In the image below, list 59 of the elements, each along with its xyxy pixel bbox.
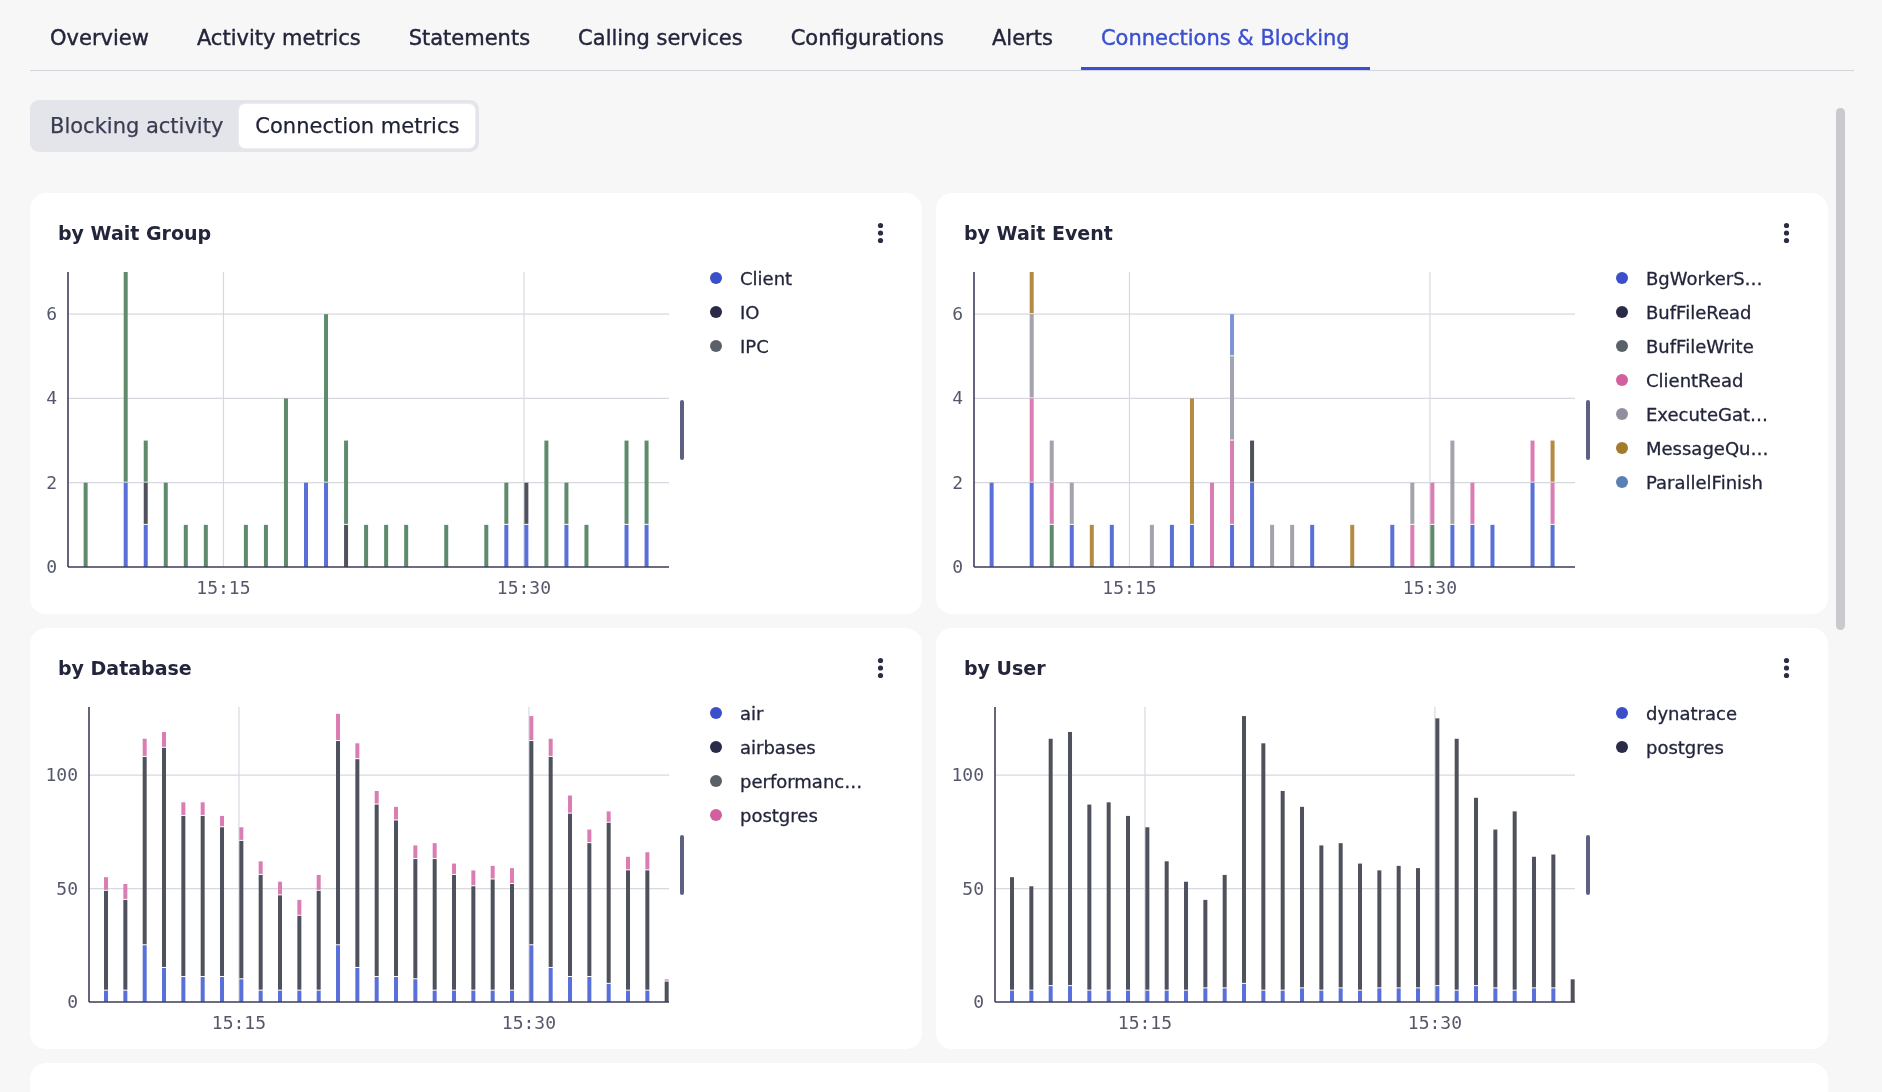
axis-label: 15:15 <box>196 577 251 598</box>
tab[interactable]: Alerts <box>972 0 1073 70</box>
axis-label: 4 <box>952 387 963 409</box>
legend-item[interactable]: postgres <box>710 798 863 832</box>
chart-title: by Wait Event <box>964 221 1113 246</box>
legend-item[interactable]: air <box>710 696 863 730</box>
more-options-icon[interactable] <box>877 222 884 244</box>
tab[interactable]: Connections & Blocking <box>1080 0 1370 70</box>
axis-label: 15:30 <box>1402 577 1458 598</box>
axis-label: 50 <box>56 877 78 899</box>
resize-handle[interactable] <box>1586 400 1590 460</box>
legend-item[interactable]: dynatrace <box>1616 696 1737 730</box>
axis-label: 0 <box>952 556 963 577</box>
legend-item[interactable]: BufFileRead <box>1616 295 1769 329</box>
tab[interactable]: Overview <box>30 0 169 70</box>
chart-title: by Wait Group <box>58 221 212 246</box>
axis-label: 2 <box>952 471 963 493</box>
resize-handle[interactable] <box>680 400 684 460</box>
legend-item[interactable]: postgres <box>1616 730 1737 764</box>
axis-label: 0 <box>973 991 984 1012</box>
axis-label: 0 <box>46 556 57 577</box>
axis-label: 50 <box>962 877 984 899</box>
axis-label: 15:30 <box>1407 1012 1463 1033</box>
tab[interactable]: Configurations <box>770 0 964 70</box>
legend-item[interactable]: ParallelFinish <box>1616 465 1769 499</box>
axis-label: 6 <box>46 303 57 325</box>
axis-label: 4 <box>46 387 57 409</box>
segment-option[interactable]: Blocking activity <box>34 104 240 148</box>
axis-label: 100 <box>45 764 78 786</box>
axis-label: 15:15 <box>1102 577 1157 598</box>
resize-handle[interactable] <box>1586 835 1590 895</box>
more-options-icon[interactable] <box>1783 657 1790 679</box>
axis-label: 15:30 <box>501 1012 557 1033</box>
axis-label: 15:15 <box>1117 1012 1173 1033</box>
tab[interactable]: Activity metrics <box>176 0 381 70</box>
segment-option[interactable]: Connection metrics <box>239 104 476 148</box>
chart-title: by User <box>964 656 1046 681</box>
tab[interactable]: Calling services <box>558 0 763 70</box>
axis-label: 15:30 <box>496 577 552 598</box>
tab[interactable]: Statements <box>388 0 551 70</box>
legend-item[interactable]: BgWorkerS… <box>1616 261 1769 295</box>
axis-label: 6 <box>952 303 963 325</box>
legend-item[interactable]: Client <box>710 261 793 295</box>
scrollbar[interactable] <box>1836 108 1845 630</box>
more-options-icon[interactable] <box>1783 222 1790 244</box>
axis-label: 2 <box>46 471 57 493</box>
more-options-icon[interactable] <box>877 657 884 679</box>
legend-item[interactable]: BufFileWrite <box>1616 329 1769 363</box>
legend-item[interactable]: IO <box>710 295 793 329</box>
axis-label: 100 <box>951 764 984 786</box>
axis-label: 0 <box>67 991 78 1012</box>
chart-title: by Database <box>58 656 192 681</box>
legend-item[interactable]: IPC <box>710 329 793 363</box>
legend-item[interactable]: ClientRead <box>1616 363 1769 397</box>
legend-item[interactable]: airbases <box>710 730 863 764</box>
legend-item[interactable]: MessageQu… <box>1616 431 1769 465</box>
resize-handle[interactable] <box>680 835 684 895</box>
legend-item[interactable]: ExecuteGat… <box>1616 397 1769 431</box>
axis-label: 15:15 <box>211 1012 267 1033</box>
